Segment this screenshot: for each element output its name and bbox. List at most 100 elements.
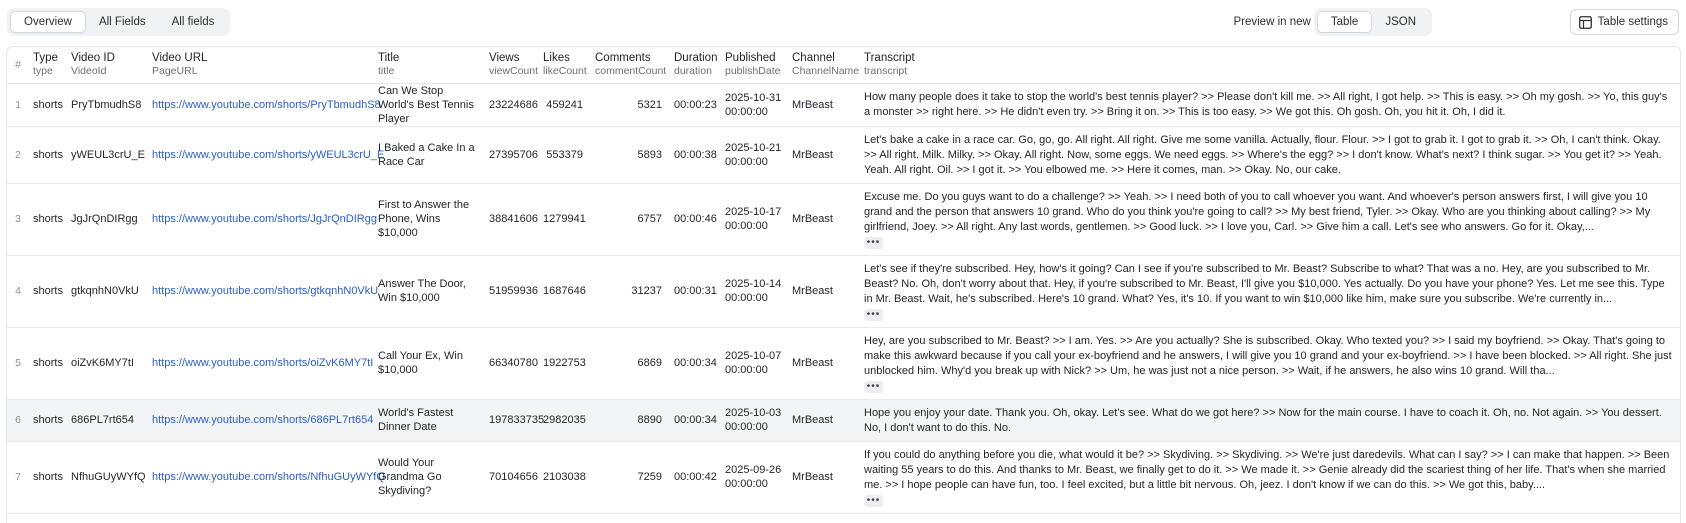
cell-title: Call Your Ex, Win $10,000	[378, 350, 463, 376]
cell-type: shorts	[33, 471, 63, 483]
format-json-button[interactable]: JSON	[1372, 11, 1429, 33]
video-url-link[interactable]: https://www.youtube.com/shorts/oiZvK6MY7…	[152, 357, 373, 369]
header-transcript[interactable]: Transcript transcript	[860, 47, 1680, 83]
transcript-text: Let's see if they're subscribed. Hey, ho…	[864, 262, 1665, 305]
cell-comments: 6869	[637, 357, 662, 369]
video-url-link[interactable]: https://www.youtube.com/shorts/gtkqnhN0V…	[152, 285, 378, 297]
cell-views: 27395706	[489, 148, 538, 161]
header-channel[interactable]: Channel ChannelName	[788, 47, 860, 83]
cell-published: 2025-10-14 00:00:00	[725, 278, 782, 304]
video-url-link[interactable]: https://www.youtube.com/shorts/686PL7rt6…	[152, 414, 373, 426]
cell-channel: MrBeast	[792, 414, 833, 426]
cell-published: 2025-10-03 00:00:00	[725, 407, 782, 433]
cell-video-id: gtkqnhN0VkU	[71, 285, 139, 297]
table-header-row: # Type type Video ID VideoId Video URL Page…	[7, 47, 1680, 83]
cell-video-url: https://www.youtube.com/shorts/yWEUL3crU…	[148, 126, 384, 183]
header-duration[interactable]: Duration duration	[670, 47, 721, 83]
table-row[interactable]: 4 shorts gtkqnhN0VkU https://www.youtube…	[7, 255, 1680, 327]
video-url-link[interactable]: https://www.youtube.com/shorts/yWEUL3crU…	[152, 149, 384, 161]
cell-duration: 00:00:34	[674, 414, 717, 426]
expand-more-button[interactable]: •••	[864, 494, 883, 507]
cell-video-url: https://www.youtube.com/shorts/oiZvK6MY7…	[148, 327, 374, 399]
cell-type: shorts	[33, 285, 63, 297]
cell-comments: 7259	[637, 471, 662, 483]
header-index: #	[14, 58, 22, 71]
cell-video-url: https://www.youtube.com/shorts/gtkqnhN0V…	[148, 255, 378, 327]
tab-overview[interactable]: Overview	[10, 11, 86, 33]
table-row[interactable]: 6 shorts 686PL7rt654 https://www.youtube…	[7, 399, 1680, 441]
video-url-link[interactable]: https://www.youtube.com/shorts/PryTbmudh…	[152, 99, 381, 111]
row-index: 7	[15, 471, 21, 483]
cell-channel: MrBeast	[792, 285, 833, 297]
cell-likes: 459241	[546, 98, 583, 111]
tab-all-fields-lower[interactable]: All fields	[159, 11, 228, 33]
cell-transcript: Hey, are you subscribed to Mr. Beast? >>…	[860, 327, 1680, 399]
table-row[interactable]: 3 shorts JgJrQnDIRgg https://www.youtube…	[7, 183, 1680, 255]
table-row[interactable]: 2 shorts yWEUL3crU_E https://www.youtube…	[7, 126, 1680, 183]
cell-transcript: Excuse me. Do you guys want to do a chal…	[860, 183, 1680, 255]
row-index: 3	[15, 213, 21, 225]
transcript-text: Hey, are you subscribed to Mr. Beast? >>…	[864, 334, 1672, 377]
cell-likes: 1922753	[543, 357, 586, 369]
header-views[interactable]: Views viewCount	[485, 47, 539, 83]
table-row[interactable]: 5 shorts oiZvK6MY7tI https://www.youtube…	[7, 327, 1680, 399]
row-index: 4	[15, 285, 21, 297]
cell-transcript: How many people does it take to stop the…	[860, 83, 1680, 126]
cell-type: shorts	[33, 357, 63, 369]
cell-published: 2025-10-21 00:00:00	[725, 141, 782, 168]
cell-channel: MrBeast	[792, 98, 833, 111]
video-url-link[interactable]: https://www.youtube.com/shorts/JgJrQnDIR…	[152, 213, 377, 225]
cell-transcript: Hope you enjoy your date. Thank you. Oh,…	[860, 399, 1680, 441]
cell-video-url: https://www.youtube.com/shorts/JgJrQnDIR…	[148, 183, 377, 255]
cell-views: 66340780	[489, 357, 538, 369]
cell-comments: 31237	[631, 285, 662, 297]
cell-title: Can We Stop World's Best Tennis Player	[378, 84, 474, 125]
tab-all-fields[interactable]: All Fields	[86, 11, 159, 33]
header-type[interactable]: Type type	[29, 47, 67, 83]
transcript-text: Let's bake a cake in a race car. Go, go,…	[864, 133, 1662, 176]
row-index: 1	[15, 98, 21, 111]
cell-comments: 8890	[637, 414, 662, 426]
cell-transcript: Let's see if they're subscribed. Hey, ho…	[860, 255, 1680, 327]
header-comments[interactable]: Comments commentCount	[591, 47, 670, 83]
cell-channel: MrBeast	[792, 213, 833, 225]
cell-comments: 5893	[637, 148, 662, 161]
cell-comments: 5321	[637, 98, 662, 111]
header-video-url[interactable]: Video URL PageURL	[148, 47, 374, 83]
header-likes[interactable]: Likes likeCount	[539, 47, 591, 83]
cell-transcript: If you could do anything before you die,…	[860, 441, 1680, 513]
header-published[interactable]: Published publishDate	[721, 47, 788, 83]
cell-channel: MrBeast	[792, 148, 833, 161]
cell-published: 2025-10-07 00:00:00	[725, 350, 782, 376]
table-row[interactable]: 7 shorts NfhuGUyWYfQ https://www.youtube…	[7, 441, 1680, 513]
cell-likes: 2103038	[543, 471, 586, 483]
cell-type: shorts	[33, 148, 63, 161]
header-video-id[interactable]: Video ID VideoId	[67, 47, 148, 83]
expand-more-button[interactable]: •••	[864, 308, 883, 321]
cell-title: I Baked a Cake In a Race Car	[378, 141, 475, 168]
row-index: 2	[15, 148, 21, 161]
table-row[interactable]: 1 shorts PryTbmudhS8 https://www.youtube…	[7, 83, 1680, 126]
cell-views: 23224686	[489, 98, 538, 111]
transcript-text: Excuse me. Do you guys want to do a chal…	[864, 190, 1651, 233]
cell-video-id: oiZvK6MY7tI	[71, 357, 134, 369]
expand-more-button[interactable]: •••	[864, 236, 883, 249]
cell-transcript: Let's bake a cake in a race car. Go, go,…	[860, 126, 1680, 183]
cell-views: 51959936	[489, 285, 538, 297]
cell-video-url: https://www.youtube.com/shorts/PryTbmudh…	[148, 83, 381, 126]
transcript-text: If you could do anything before you die,…	[864, 448, 1670, 491]
cell-video-id: PryTbmudhS8	[71, 98, 142, 111]
cell-views: 70104656	[489, 471, 538, 483]
cell-video-id: yWEUL3crU_E	[71, 148, 145, 161]
format-table-button[interactable]: Table	[1316, 11, 1373, 33]
video-url-link[interactable]: https://www.youtube.com/shorts/NfhuGUyWY…	[152, 471, 385, 483]
table-settings-button[interactable]: Table settings	[1569, 9, 1679, 35]
expand-more-button[interactable]: •••	[864, 380, 883, 393]
view-tabs: Overview All Fields All fields	[7, 8, 231, 36]
cell-channel: MrBeast	[792, 357, 833, 369]
cell-title: World's Fastest Dinner Date	[378, 407, 454, 433]
cell-published: 2025-10-17 00:00:00	[725, 206, 782, 232]
cell-video-url: https://www.youtube.com/shorts/686PL7rt6…	[148, 399, 374, 441]
cell-likes: 1279941	[543, 213, 586, 225]
header-title[interactable]: Title title	[374, 47, 485, 83]
